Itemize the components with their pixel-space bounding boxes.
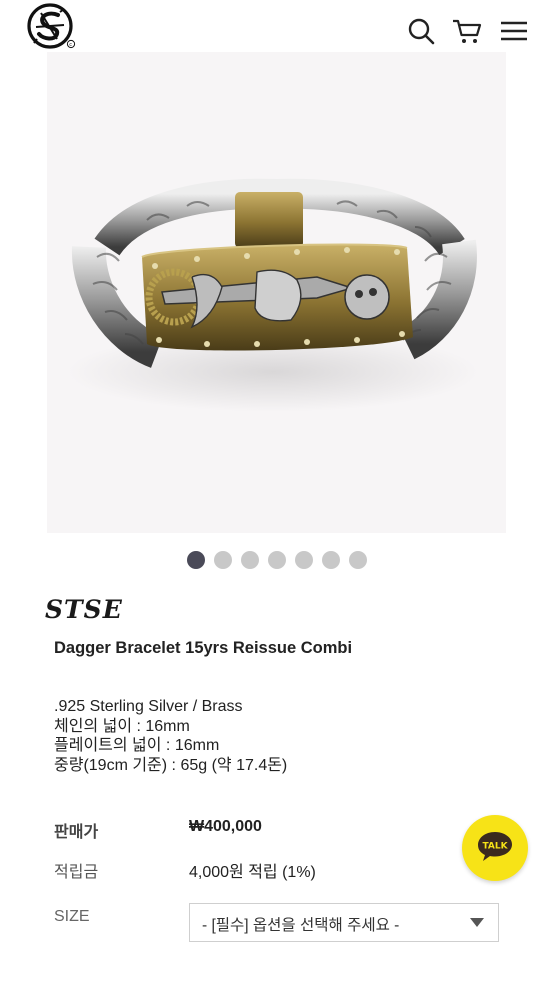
chevron-down-icon [470, 918, 484, 927]
product-description: .925 Sterling Silver / Brass 체인의 넓이 : 16… [54, 697, 287, 775]
product-image[interactable] [47, 52, 506, 533]
description-line: .925 Sterling Silver / Brass [54, 698, 243, 715]
size-select[interactable]: - [필수] 옵션을 선택해 주세요 - [189, 903, 499, 942]
top-header: c [0, 0, 553, 50]
carousel-dot[interactable] [294, 551, 313, 569]
description-line: 체인의 넓이 : 16mm [54, 717, 190, 735]
points-row: 적립금 4,000원 적립 (1%) [54, 858, 504, 882]
carousel-dot[interactable] [267, 551, 286, 569]
price-value: ₩400,000 [189, 818, 262, 835]
carousel-dot[interactable] [186, 551, 205, 569]
size-label: SIZE [54, 908, 90, 925]
brand-name: STSE [45, 595, 123, 623]
kakao-talk-button[interactable]: TALK [462, 815, 528, 881]
price-row: 판매가 ₩400,000 [54, 818, 504, 842]
svg-text:c: c [69, 42, 72, 48]
points-label: 적립금 [54, 864, 99, 881]
bracelet-illustration [68, 178, 478, 412]
brand-logo: STSE [45, 595, 125, 624]
carousel-dot[interactable] [240, 551, 259, 569]
search-button[interactable] [404, 14, 438, 48]
hamburger-menu-icon [501, 21, 527, 41]
description-line: 중량(19cm 기준) : 65g (약 17.4돈) [54, 756, 288, 774]
menu-button[interactable] [497, 14, 531, 48]
carousel-dot[interactable] [348, 551, 367, 569]
description-line: 플레이트의 넓이 : 16mm [54, 737, 220, 754]
cart-button[interactable] [450, 14, 484, 48]
talk-bubble-icon: TALK [478, 832, 512, 861]
size-select-value: - [필수] 옵션을 선택해 주세요 - [202, 917, 400, 934]
talk-label: TALK [482, 842, 508, 852]
carousel-dot[interactable] [213, 551, 232, 569]
carousel-dot[interactable] [321, 551, 340, 569]
product-title: Dagger Bracelet 15yrs Reissue Combi [54, 639, 353, 657]
points-value: 4,000원 적립 (1%) [189, 864, 316, 881]
carousel-dots [0, 551, 553, 571]
search-icon [408, 18, 435, 45]
cart-icon [453, 19, 482, 43]
stse-logo-icon[interactable]: c [27, 3, 77, 51]
price-label: 판매가 [54, 824, 99, 841]
